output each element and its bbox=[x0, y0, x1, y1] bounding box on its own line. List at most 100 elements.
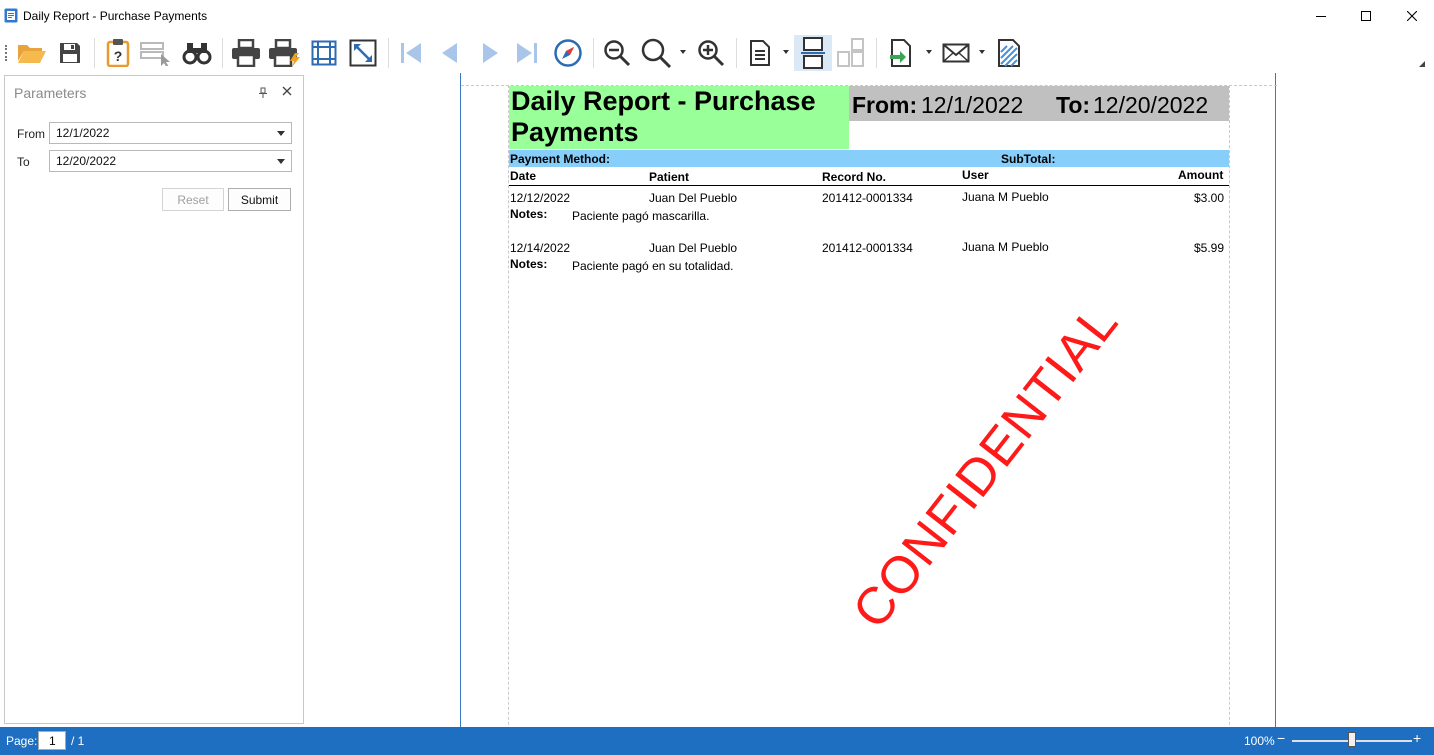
from-date-field[interactable]: 12/1/2022 bbox=[49, 122, 292, 144]
column-header-date: Date bbox=[510, 169, 537, 183]
next-page-button[interactable] bbox=[476, 35, 506, 71]
zoom-button[interactable] bbox=[638, 35, 674, 71]
toolbar-separator bbox=[876, 38, 877, 68]
report-viewport[interactable]: Daily Report - Purchase Payments From: 1… bbox=[306, 73, 1434, 727]
zoom-out-icon bbox=[603, 39, 631, 67]
toolbar-grip[interactable] bbox=[5, 45, 7, 61]
single-page-button[interactable] bbox=[744, 35, 776, 71]
app-icon bbox=[4, 8, 18, 23]
continuous-page-button[interactable] bbox=[794, 35, 832, 71]
reset-button[interactable]: Reset bbox=[162, 188, 224, 211]
table-cell-amount: $5.99 bbox=[1194, 241, 1225, 255]
report-to-value: 12/20/2022 bbox=[1093, 92, 1209, 118]
zoom-dropdown-caret[interactable] bbox=[680, 50, 686, 54]
open-button[interactable] bbox=[14, 35, 50, 71]
minimize-button[interactable] bbox=[1298, 0, 1344, 33]
page-number-input[interactable]: 1 bbox=[38, 731, 66, 750]
close-window-button[interactable] bbox=[1389, 0, 1434, 33]
toolbar-overflow-icon[interactable] bbox=[1419, 61, 1425, 67]
subtotal-label: SubTotal: bbox=[1001, 152, 1056, 166]
zoom-plus-icon[interactable]: + bbox=[1413, 730, 1421, 746]
send-email-icon bbox=[942, 42, 970, 64]
quick-print-icon bbox=[268, 39, 302, 67]
watermark-button[interactable] bbox=[992, 35, 1026, 71]
multiple-pages-button[interactable] bbox=[834, 35, 868, 71]
navigation-compass-icon bbox=[553, 38, 583, 68]
next-page-icon bbox=[481, 42, 501, 64]
single-page-icon bbox=[749, 39, 771, 67]
page-total: / 1 bbox=[71, 734, 85, 748]
notes-label: Notes: bbox=[510, 207, 548, 221]
toolbar-separator bbox=[736, 38, 737, 68]
export-icon bbox=[888, 38, 914, 68]
report-page: Daily Report - Purchase Payments From: 1… bbox=[460, 73, 1277, 727]
document-map-button[interactable] bbox=[138, 35, 176, 71]
fit-page-icon bbox=[349, 39, 377, 67]
table-cell-record-no: 201412-0001334 bbox=[822, 191, 913, 205]
open-folder-icon bbox=[16, 41, 48, 65]
first-page-button[interactable] bbox=[396, 35, 426, 71]
save-button[interactable] bbox=[54, 35, 86, 71]
table-cell-record-no: 201412-0001334 bbox=[822, 241, 913, 255]
payment-method-bar: Payment Method: SubTotal: bbox=[509, 150, 1229, 167]
notes-label: Notes: bbox=[510, 257, 548, 271]
document-map-icon bbox=[139, 40, 175, 66]
page-margin-guide bbox=[508, 85, 509, 727]
chevron-down-icon[interactable] bbox=[277, 131, 285, 136]
print-button[interactable] bbox=[228, 35, 264, 71]
maximize-icon bbox=[1361, 8, 1371, 26]
report-from-label: From: bbox=[852, 92, 918, 118]
table-cell-notes: Paciente pagó en su totalidad. bbox=[572, 259, 734, 273]
zoom-level: 100% bbox=[1244, 734, 1275, 748]
close-icon[interactable] bbox=[281, 84, 293, 102]
export-button[interactable] bbox=[884, 35, 918, 71]
quick-print-button[interactable] bbox=[266, 35, 304, 71]
watermark-icon bbox=[997, 38, 1021, 68]
to-label: To bbox=[17, 155, 30, 169]
zoom-minus-icon[interactable]: − bbox=[1277, 730, 1285, 746]
pin-icon[interactable] bbox=[258, 86, 268, 104]
zoom-out-button[interactable] bbox=[600, 35, 634, 71]
maximize-button[interactable] bbox=[1343, 0, 1389, 33]
chevron-down-icon[interactable] bbox=[277, 159, 285, 164]
navigation-button[interactable] bbox=[551, 35, 585, 71]
send-email-button[interactable] bbox=[938, 35, 974, 71]
zoom-icon bbox=[640, 38, 672, 68]
column-header-amount: Amount bbox=[1178, 168, 1224, 182]
title-bar: Daily Report - Purchase Payments bbox=[0, 0, 1434, 33]
report-title-box: Daily Report - Purchase Payments bbox=[509, 86, 849, 149]
save-icon bbox=[58, 41, 82, 65]
parameters-title: Parameters bbox=[14, 85, 87, 101]
from-label: From bbox=[17, 127, 45, 141]
previous-page-button[interactable] bbox=[434, 35, 464, 71]
column-header-user: User bbox=[962, 168, 989, 182]
table-cell-amount: $3.00 bbox=[1194, 191, 1225, 205]
first-page-icon bbox=[399, 42, 423, 64]
toolbar-separator bbox=[388, 38, 389, 68]
toolbar-separator bbox=[593, 38, 594, 68]
parameters-button[interactable]: ? bbox=[102, 35, 134, 71]
page-setup-button[interactable] bbox=[308, 35, 340, 71]
to-date-field[interactable]: 12/20/2022 bbox=[49, 150, 292, 172]
find-button[interactable] bbox=[180, 35, 214, 71]
export-dropdown-caret[interactable] bbox=[926, 50, 932, 54]
print-icon bbox=[231, 39, 261, 67]
page-view-dropdown-caret[interactable] bbox=[783, 50, 789, 54]
parameters-panel: Parameters From 12/1/2022 To 12/20/2022 … bbox=[4, 75, 304, 724]
find-icon bbox=[182, 40, 212, 66]
fit-page-button[interactable] bbox=[346, 35, 380, 71]
email-dropdown-caret[interactable] bbox=[979, 50, 985, 54]
submit-button[interactable]: Submit bbox=[228, 188, 291, 211]
table-cell-patient: Juan Del Pueblo bbox=[649, 191, 738, 205]
table-cell-user: Juana M Pueblo bbox=[962, 240, 1049, 254]
to-date-value: 12/20/2022 bbox=[56, 154, 117, 168]
zoom-in-button[interactable] bbox=[694, 35, 728, 71]
header-divider bbox=[509, 185, 1229, 186]
toolbar: ? bbox=[0, 33, 1434, 73]
zoom-slider-thumb[interactable] bbox=[1348, 732, 1356, 747]
status-bar: Page: 1 / 1 100% − + bbox=[0, 727, 1434, 755]
close-icon bbox=[1406, 8, 1418, 26]
table-cell-patient: Juan Del Pueblo bbox=[649, 241, 738, 255]
last-page-button[interactable] bbox=[512, 35, 542, 71]
continuous-page-icon bbox=[800, 37, 826, 69]
